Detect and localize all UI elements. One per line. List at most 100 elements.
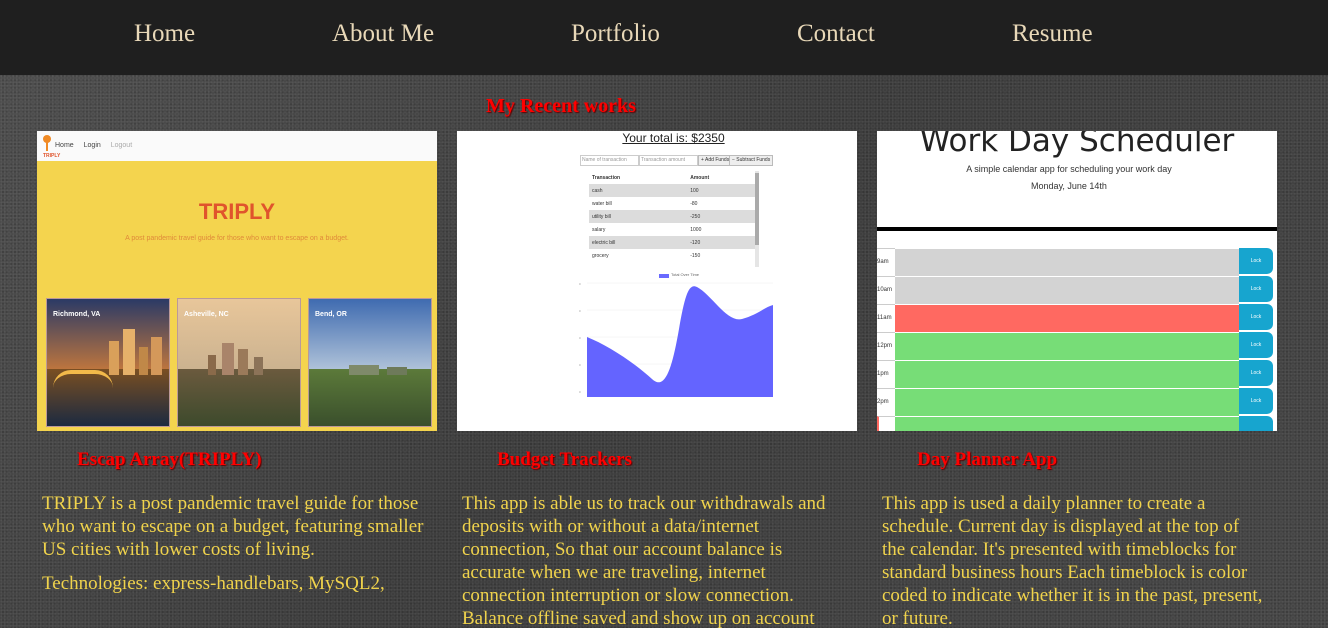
cell: salary [592,226,606,233]
project-screenshot-day-planner[interactable]: Work Day Scheduler A simple calendar app… [877,131,1277,431]
lock-button: Lock [1239,360,1273,386]
cell: -80 [690,200,698,207]
table-row: electric bill -120 [589,236,759,249]
thumb-nav-logout: Logout [110,142,133,149]
time-slot-present [895,304,1239,332]
thumb-divider [877,227,1277,231]
project-screenshot-triply[interactable]: TRIPLY Home Login Logout TRIPLY A post p… [37,131,437,431]
time-block-row: 2pm Lock [877,388,1277,416]
table-scrollbar [755,171,759,267]
time-slot-past [895,248,1239,276]
lock-button: Lock [1239,388,1273,414]
time-slot-future [895,416,1239,431]
time-block-row: 9am Lock [877,248,1277,276]
cell: water bill [592,200,612,207]
lock-button: Lock [1239,332,1273,358]
cell: grocery [592,252,609,259]
thumb-logo-text: TRIPLY [43,153,61,159]
project-card-day-planner: Work Day Scheduler A simple calendar app… [877,131,1277,628]
table-row: grocery -150 [589,249,759,262]
svg-text:0: 0 [579,390,581,394]
time-slot-future [895,332,1239,360]
svg-text:0: 0 [579,336,581,340]
table-row: utility bill -250 [589,210,759,223]
time-block-row: 10am Lock [877,276,1277,304]
project-description: This app is used a daily planner to crea… [882,492,1267,628]
navbar: Home About Me Portfolio Contact Resume [0,0,1328,75]
legend-swatch [659,274,669,278]
thumb-name-input: Name of transaction [580,155,639,166]
thumb-heading: Work Day Scheduler [919,131,1235,159]
thumb-date: Monday, June 14th [1031,181,1107,191]
cell: electric bill [589,236,688,249]
cell: 100 [687,184,759,197]
thumb-subtract-button: − Subtract Funds [729,155,774,166]
time-block-row: 11am Lock [877,304,1277,332]
legend-label: Total Over Time [671,272,700,277]
city-label: Richmond, VA [53,311,101,318]
description-paragraph: This app is used a daily planner to crea… [882,493,1263,628]
project-screenshot-budget[interactable]: Your total is: $2350 Name of transaction… [457,131,857,431]
lock-button [1239,416,1273,431]
column-header: Amount [690,174,710,181]
cell: -250 [687,210,759,223]
table-row: cash 100 [589,184,759,197]
table-row: salary 1000 [589,223,759,236]
hour-label: 12pm [877,332,895,360]
time-slot-future [895,360,1239,388]
description-paragraph: TRIPLY is a post pandemic travel guide f… [42,493,424,560]
thumb-amount-input: Transaction amount [639,155,698,166]
table-row: water bill -80 [589,197,759,210]
pin-logo-icon [43,135,51,151]
thumb-brand: TRIPLY [198,199,276,224]
time-block-row: 1pm Lock [877,360,1277,388]
column-header: Transaction [592,174,621,181]
thumb-nav-home: Home [55,142,74,149]
thumb-nav: Home Login Logout [55,142,140,149]
hour-label: 2pm [877,388,895,416]
time-slot-future [895,388,1239,416]
project-title[interactable]: Budget Trackers [497,449,632,471]
thumb-add-button: + Add Funds [698,155,733,166]
nav-about-link[interactable]: About Me [332,20,434,48]
cell: cash [589,184,688,197]
time-block-row: 12pm Lock [877,332,1277,360]
thumb-transactions-table: Transaction Amount cash 100 water bill -80… [589,171,759,262]
technologies-paragraph: Technologies: express-handlebars, MySQL2… [42,573,385,594]
cell: utility bill [589,210,688,223]
lock-button: Lock [1239,248,1273,274]
hour-label: 1pm [877,360,895,388]
description-paragraph: This app is able us to track our withdra… [462,493,826,628]
project-title[interactable]: Day Planner App [917,449,1057,471]
city-photo-richmond: Richmond, VA [46,298,170,427]
thumb-area-chart: 0 0 0 0 0 [579,282,773,397]
cell: 1000 [690,226,702,233]
city-photo-asheville: Asheville, NC [177,298,301,427]
thumb-tagline: A post pandemic travel guide for those w… [125,235,349,242]
nav-resume-link[interactable]: Resume [1012,20,1093,48]
thumb-nav-login: Login [83,142,101,149]
svg-text:0: 0 [579,282,581,286]
project-description: TRIPLY is a post pandemic travel guide f… [42,492,427,606]
svg-text:0: 0 [579,309,581,313]
city-label: Asheville, NC [184,311,229,318]
city-photo-bend: Bend, OR [308,298,432,427]
nav-contact-link[interactable]: Contact [797,20,875,48]
svg-text:0: 0 [579,363,581,367]
table-header-row: Transaction Amount [589,171,759,184]
hour-label: 10am [877,276,895,304]
time-block-row [877,416,1277,431]
city-label: Bend, OR [315,311,347,318]
nav-portfolio-link[interactable]: Portfolio [571,20,660,48]
lock-button: Lock [1239,304,1273,330]
section-title: My Recent works [486,95,636,117]
hour-label: 9am [877,248,895,276]
hour-label: 11am [877,304,895,332]
nav-home-link[interactable]: Home [134,20,195,48]
cell: -120 [687,236,759,249]
lock-button: Lock [1239,276,1273,302]
thumb-total: Your total is: $2350 [622,131,725,145]
cell: -150 [690,252,701,259]
project-description: This app is able us to track our withdra… [462,492,847,628]
project-title[interactable]: Escap Array(TRIPLY) [77,449,262,471]
